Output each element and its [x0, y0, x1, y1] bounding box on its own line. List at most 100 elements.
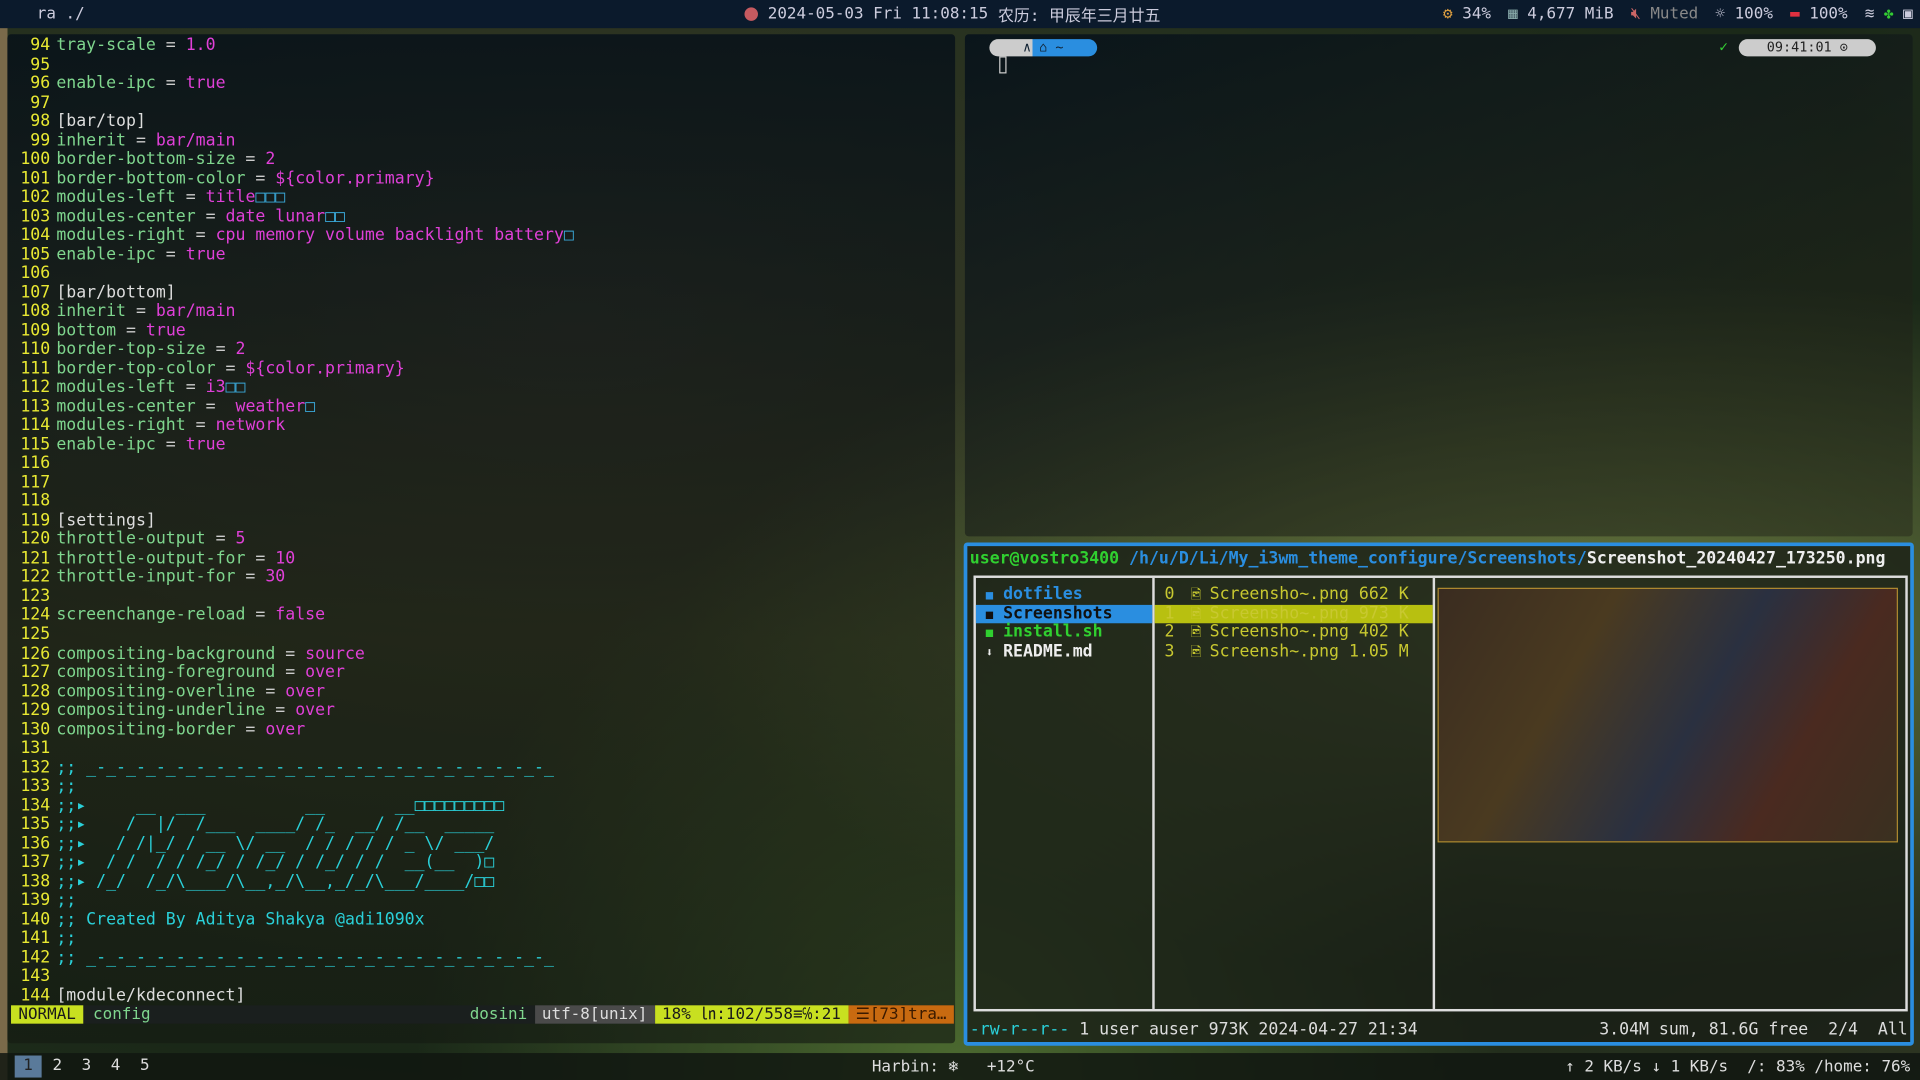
line-number: 114: [20, 415, 51, 436]
cpu-value: 34%: [1462, 4, 1491, 24]
line-number: 107: [20, 282, 51, 303]
kdeconnect-icon[interactable]: ✤: [1884, 5, 1894, 23]
code-line: 134 ;;▸ __ ___ __ __□□□□□□□□□: [12, 796, 574, 816]
line-number: 126: [20, 643, 51, 664]
config-value: 1.0: [185, 35, 216, 56]
equals-sign: =: [235, 719, 266, 740]
config-value: 30: [265, 567, 286, 588]
code-line: 101 border-bottom-color = ${color.primary…: [12, 168, 574, 189]
ranger-file-manager[interactable]: user@vostro3400 /h/u/D/Li/My_i3wm_theme_…: [963, 542, 1914, 1046]
backlight-value: 100%: [1734, 4, 1773, 24]
config-value: true: [185, 244, 226, 265]
line-number: 98: [30, 111, 51, 132]
code-line: 141;;: [12, 929, 574, 949]
line-number: 105: [20, 244, 51, 265]
line-number: 94: [30, 35, 51, 56]
config-key: enable-ipc: [56, 73, 156, 94]
section-header: [bar/top]: [56, 111, 146, 132]
volume-module[interactable]: 🔇︎ Muted: [1631, 5, 1699, 23]
wifi-icon[interactable]: ≋: [1865, 5, 1875, 23]
backlight-module[interactable]: ☼ 100%: [1715, 5, 1773, 23]
config-value: bar/main: [155, 130, 236, 151]
file-name: config: [93, 1005, 151, 1024]
code-line: 125: [12, 625, 574, 645]
vim-mode: NORMAL: [11, 1005, 84, 1024]
equals-sign: =: [255, 681, 286, 702]
line-number: 140: [20, 909, 51, 930]
equals-sign: =: [175, 187, 206, 208]
disk-summary: 3.04M sum, 81.6G free 2/4 All: [1599, 1020, 1908, 1040]
line-number: 101: [20, 168, 51, 189]
folder-icon: ■: [985, 607, 994, 622]
line-number: 119: [20, 510, 51, 531]
equals-sign: =: [155, 244, 186, 265]
workspace-5[interactable]: 5: [131, 1056, 158, 1078]
code-buffer[interactable]: 94 tray-scale = 1.0 95 96 enable-ipc = true 9…: [12, 35, 574, 1006]
line-number: 137: [20, 852, 51, 873]
workspace-2[interactable]: 2: [44, 1056, 71, 1078]
config-value: ${color.primary}: [275, 168, 435, 189]
file-item[interactable]: 0 🖻︎ Screensho~.png 662 K: [1155, 584, 1433, 604]
config-value: source: [305, 643, 365, 664]
date-time[interactable]: 2024-05-03 Fri 11:08:15: [768, 5, 988, 23]
code-line: 112 modules-left = i3□□: [12, 378, 574, 398]
code-line: 131: [12, 739, 574, 759]
file-item[interactable]: 1 🖻︎ Screensho~.png 973 K: [1154, 603, 1433, 624]
code-line: 110 border-top-size = 2: [12, 340, 574, 360]
code-line: 144 [module/kdeconnect]: [12, 986, 574, 1006]
code-line: 115 enable-ipc = true: [12, 434, 574, 455]
folder-item[interactable]: ⬇ README.md: [976, 641, 1152, 661]
vim-editor[interactable]: 94 tray-scale = 1.0 95 96 enable-ipc = true 9…: [7, 34, 956, 1044]
equals-sign: =: [185, 225, 216, 246]
network-module: ↑ 2 KB/s ↓ 1 KB/s /: 83% /home: 76%: [1565, 1057, 1911, 1076]
equals-sign: =: [265, 700, 296, 721]
comment: ;;▸ / |/ /___ ____/ /_ __/ /__ _____: [56, 814, 495, 835]
code-line: 108 inherit = bar/main: [12, 302, 574, 322]
config-value: true: [185, 434, 226, 455]
line-number: 104: [20, 225, 51, 246]
line-number: 127: [20, 662, 51, 683]
code-line: 138 ;;▸ /_/ /_/\____/\__,_/\__,_/_/\___/_…: [12, 872, 574, 892]
folder-item[interactable]: ■ Screenshots: [975, 603, 1153, 624]
file-type: dosini: [469, 1005, 528, 1024]
vim-statusline: NORMAL config dosini utf-8[unix] 18% ㏑:1…: [11, 1005, 954, 1024]
comment: ;; _-_-_-_-_-_-_-_-_-_-_-_-_-_-_-_-_-_-_…: [56, 947, 554, 968]
workspace-widget[interactable]: ∧ ⌂ ~: [989, 39, 1098, 57]
code-line: 107 [bar/bottom]: [12, 282, 574, 303]
code-line: 100 border-bottom-size = 2: [12, 149, 574, 170]
line-number: 113: [20, 396, 51, 417]
equals-sign: =: [235, 567, 266, 588]
trailing-whitespace-warning: ☰[73]tra…: [848, 1005, 954, 1024]
image-file-icon: 🖻︎: [1174, 605, 1210, 622]
folder-item[interactable]: ■ install.sh: [976, 622, 1152, 642]
workspace-1[interactable]: 1: [14, 1055, 42, 1078]
line-number: 120: [20, 529, 51, 550]
config-key: modules-right: [56, 225, 186, 246]
missing-glyph: □: [305, 396, 316, 417]
tray: ≋ ✤ ▣: [1865, 5, 1913, 23]
battery-module: ▬ 100%: [1790, 5, 1848, 23]
code-line: 94 tray-scale = 1.0: [12, 35, 574, 56]
code-line: 132;; _-_-_-_-_-_-_-_-_-_-_-_-_-_-_-_-_-…: [12, 758, 574, 778]
file-item[interactable]: 2 🖻︎ Screensho~.png 402 K: [1155, 622, 1433, 642]
code-line: 118: [12, 492, 574, 512]
line-number: 123: [20, 586, 51, 607]
workspace-3[interactable]: 3: [73, 1056, 100, 1078]
workspace-4[interactable]: 4: [102, 1056, 129, 1078]
config-value: over: [305, 662, 345, 683]
line-number: 116: [20, 453, 51, 474]
file-item[interactable]: 3 🖻︎ Screensh~.png 1.05 M: [1155, 641, 1433, 661]
code-line: 140;; Created By Aditya Shakya @adi1090x: [12, 909, 574, 930]
empty-terminal[interactable]: ∧ ⌂ ~ ✓ 09:41:01 ⊙: [964, 34, 1913, 537]
equals-sign: =: [155, 434, 186, 455]
app-tray-icon[interactable]: ▣: [1903, 5, 1913, 23]
line-number: 100: [20, 149, 51, 170]
line-number: 133: [20, 776, 51, 797]
config-key: throttle-output: [56, 529, 206, 550]
config-value: over: [285, 681, 326, 702]
config-key: tray-scale: [56, 35, 156, 56]
current-path[interactable]: /h/u/D/Li/My_i3wm_theme_configure/Screen…: [1129, 549, 1587, 569]
folder-item[interactable]: ■ dotfiles: [976, 584, 1152, 604]
file-name: Screensho~.png: [1209, 622, 1349, 642]
download-file-icon: ⬇: [985, 645, 994, 660]
